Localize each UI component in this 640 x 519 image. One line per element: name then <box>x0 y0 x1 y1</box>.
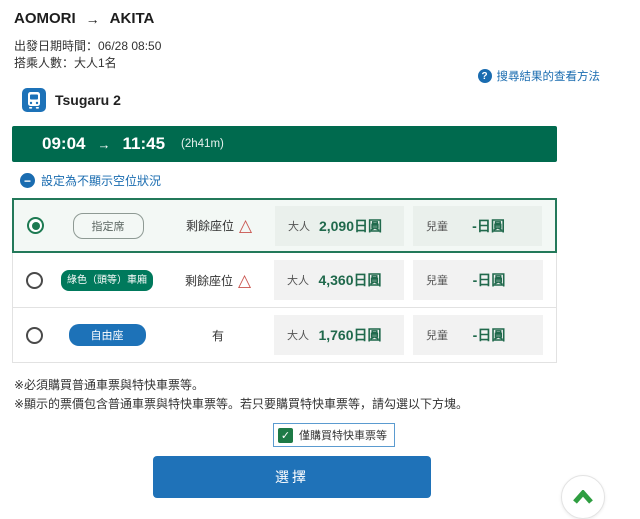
route-arrow-icon: → <box>86 11 100 27</box>
adult-label: 大人 <box>288 218 310 234</box>
availability-label: 剩餘座位 <box>185 272 233 289</box>
minus-icon: − <box>20 173 35 188</box>
radio-reserved-seat[interactable] <box>27 217 44 234</box>
seat-type-cell: 指定席 <box>57 213 159 239</box>
route-header: AOMORI → AKITA <box>12 10 628 27</box>
child-price-panel: 兒童 -日圓 <box>413 315 543 355</box>
price-panels: 大人 4,360日圓 兒童 -日圓 <box>274 260 543 300</box>
child-price: -日圓 <box>448 325 530 345</box>
price-panels: 大人 2,090日圓 兒童 -日圓 <box>275 206 542 246</box>
limited-express-only-checkbox-group[interactable]: ✓ 僅購買特快車票等 <box>273 423 395 447</box>
child-label: 兒童 <box>426 218 448 234</box>
help-link-label: 搜尋結果的查看方法 <box>497 68 601 84</box>
child-price: -日圓 <box>448 216 529 236</box>
adult-price-panel: 大人 4,360日圓 <box>274 260 404 300</box>
note-line-1: ※必須購買普通車票與特快車票等。 <box>14 376 628 395</box>
note-line-2: ※顯示的票價包含普通車票與特快車票等。若只要購買特快車票等，請勾選以下方塊。 <box>14 395 628 414</box>
radio-green-car[interactable] <box>26 272 43 289</box>
adult-price: 1,760日圓 <box>309 325 391 345</box>
availability-cell: 剩餘座位 △ <box>173 217 265 234</box>
availability-cell: 剩餘座位 △ <box>172 272 264 289</box>
price-panels: 大人 1,760日圓 兒童 -日圓 <box>274 315 543 355</box>
adult-label: 大人 <box>287 327 309 343</box>
search-result-page: AOMORI → AKITA 出發日期時間：06/28 08:50 搭乘人數：大… <box>0 0 640 498</box>
seat-type-cell: 綠色（頭等）車廂 <box>56 270 158 291</box>
child-price-panel: 兒童 -日圓 <box>413 260 543 300</box>
train-info: Tsugaru 2 <box>12 88 628 112</box>
destination-station: AKITA <box>110 10 155 27</box>
seat-type-cell: 自由座 <box>56 324 158 346</box>
help-link[interactable]: ? 搜尋結果的查看方法 <box>478 68 601 84</box>
child-price: -日圓 <box>448 270 530 290</box>
fare-row-reserved-seat[interactable]: 指定席 剩餘座位 △ 大人 2,090日圓 兒童 -日圓 <box>12 198 557 253</box>
scroll-to-top-button[interactable] <box>561 475 605 519</box>
checkbox-checked-icon[interactable]: ✓ <box>278 428 293 443</box>
child-label: 兒童 <box>426 327 448 343</box>
adult-price: 4,360日圓 <box>309 270 391 290</box>
trip-duration: (2h41m) <box>181 138 224 150</box>
adult-price-panel: 大人 1,760日圓 <box>274 315 404 355</box>
departure-datetime-label: 出發日期時間：06/28 08:50 <box>14 38 628 55</box>
fare-table: 指定席 剩餘座位 △ 大人 2,090日圓 兒童 -日圓 綠色（頭等） <box>12 198 557 363</box>
schedule-arrow-icon: → <box>97 137 110 152</box>
warning-triangle-icon: △ <box>239 217 252 234</box>
adult-label: 大人 <box>287 272 309 288</box>
schedule-banner: 09:04 → 11:45 (2h41m) <box>12 126 557 162</box>
adult-price: 2,090日圓 <box>310 216 391 236</box>
chevron-up-icon <box>572 490 594 504</box>
radio-non-reserved-seat[interactable] <box>26 327 43 344</box>
checkbox-label: 僅購買特快車票等 <box>299 427 387 443</box>
seat-type-badge: 指定席 <box>73 213 144 239</box>
select-button[interactable]: 選擇 <box>153 456 431 498</box>
child-label: 兒童 <box>426 272 448 288</box>
child-price-panel: 兒童 -日圓 <box>413 206 542 246</box>
fare-row-non-reserved-seat[interactable]: 自由座 有 大人 1,760日圓 兒童 -日圓 <box>12 308 557 363</box>
train-icon <box>22 88 46 112</box>
hide-availability-label: 設定為不顯示空位狀況 <box>41 172 161 189</box>
origin-station: AOMORI <box>14 10 76 27</box>
search-conditions: 出發日期時間：06/28 08:50 搭乘人數：大人1名 <box>12 38 628 72</box>
availability-label: 剩餘座位 <box>186 217 234 234</box>
availability-label: 有 <box>212 327 224 344</box>
fare-notes: ※必須購買普通車票與特快車票等。 ※顯示的票價包含普通車票與特快車票等。若只要購… <box>12 376 628 414</box>
availability-cell: 有 <box>172 327 264 344</box>
fare-row-green-car[interactable]: 綠色（頭等）車廂 剩餘座位 △ 大人 4,360日圓 兒童 -日圓 <box>12 253 557 308</box>
question-icon: ? <box>478 69 492 83</box>
seat-type-badge: 自由座 <box>69 324 146 346</box>
seat-type-badge: 綠色（頭等）車廂 <box>61 270 153 291</box>
arrival-time: 11:45 <box>122 134 165 154</box>
warning-triangle-icon: △ <box>238 272 251 289</box>
departure-time: 09:04 <box>42 134 85 154</box>
train-name: Tsugaru 2 <box>55 92 121 108</box>
hide-availability-toggle[interactable]: − 設定為不顯示空位狀況 <box>12 172 628 189</box>
adult-price-panel: 大人 2,090日圓 <box>275 206 404 246</box>
